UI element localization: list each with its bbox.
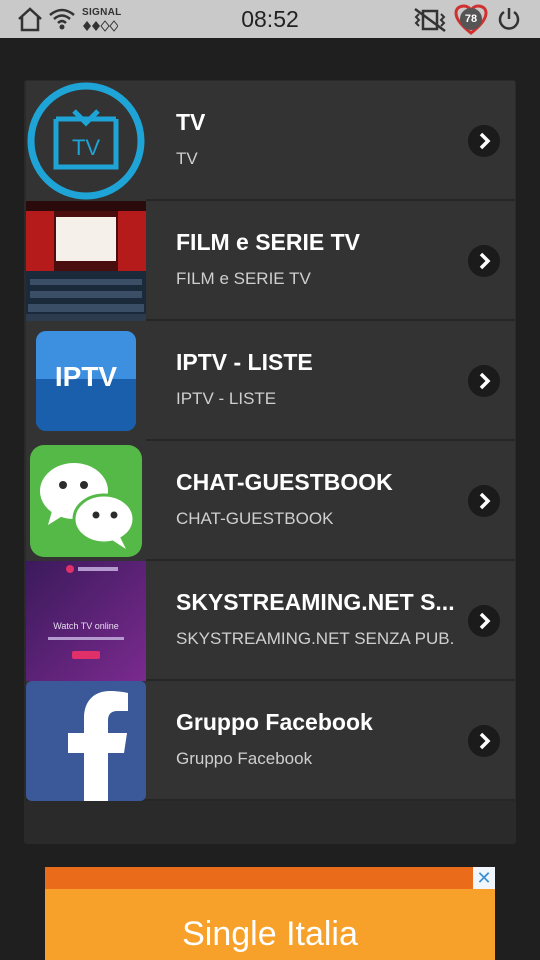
item-subtitle: CHAT-GUESTBOOK xyxy=(176,509,334,528)
svg-text:TV: TV xyxy=(72,135,100,160)
item-title: Gruppo Facebook xyxy=(176,709,373,735)
list-item-tv[interactable]: TV TV TV xyxy=(26,81,515,201)
item-subtitle: FILM e SERIE TV xyxy=(176,269,311,288)
menu-list: TV TV TV FILM e SERIE TV FILM e SERIE TV… xyxy=(26,81,515,801)
skystreaming-tagline: Watch TV online xyxy=(53,621,119,631)
iptv-logo: IPTV xyxy=(26,321,146,441)
chevron-right-icon[interactable] xyxy=(468,485,500,517)
item-title: CHAT-GUESTBOOK xyxy=(176,469,393,495)
item-subtitle: TV xyxy=(176,149,198,168)
item-subtitle: SKYSTREAMING.NET SENZA PUB. xyxy=(176,629,455,648)
ad-banner[interactable]: Single Italia xyxy=(45,867,495,960)
item-title: FILM e SERIE TV xyxy=(176,229,361,255)
ad-close-button[interactable]: ✕ xyxy=(473,867,495,889)
list-item-skystreaming[interactable]: Watch TV online SKYSTREAMING.NET S... SK… xyxy=(26,561,515,681)
list-item-iptv[interactable]: IPTV IPTV - LISTE IPTV - LISTE xyxy=(26,321,515,441)
ad-top-strip xyxy=(45,867,495,889)
battery-badge: 78 xyxy=(460,8,482,30)
vibrate-icon xyxy=(414,8,446,32)
iptv-logo-text: IPTV xyxy=(54,361,118,392)
chevron-right-icon[interactable] xyxy=(468,125,500,157)
item-title: IPTV - LISTE xyxy=(176,349,313,375)
list-item-chat[interactable]: CHAT-GUESTBOOK CHAT-GUESTBOOK xyxy=(26,441,515,561)
cinema-image xyxy=(26,201,146,321)
list-item-facebook[interactable]: Gruppo Facebook Gruppo Facebook xyxy=(26,681,515,801)
list-item-film[interactable]: FILM e SERIE TV FILM e SERIE TV xyxy=(26,201,515,321)
status-bar: SIGNAL 08:52 78 xyxy=(0,0,540,38)
item-subtitle: IPTV - LISTE xyxy=(176,389,277,408)
chevron-right-icon[interactable] xyxy=(468,725,500,757)
power-icon[interactable] xyxy=(496,6,522,32)
ad-text: Single Italia xyxy=(182,915,358,953)
item-title: SKYSTREAMING.NET S... xyxy=(176,589,455,615)
item-title: TV xyxy=(176,109,206,135)
chevron-right-icon[interactable] xyxy=(468,245,500,277)
chevron-right-icon[interactable] xyxy=(468,365,500,397)
facebook-logo xyxy=(26,681,146,801)
item-subtitle: Gruppo Facebook xyxy=(176,749,313,768)
wechat-icon xyxy=(26,441,146,561)
tv-logo-icon: TV xyxy=(26,81,146,201)
chevron-right-icon[interactable] xyxy=(468,605,500,637)
skystreaming-image: Watch TV online xyxy=(26,561,146,681)
